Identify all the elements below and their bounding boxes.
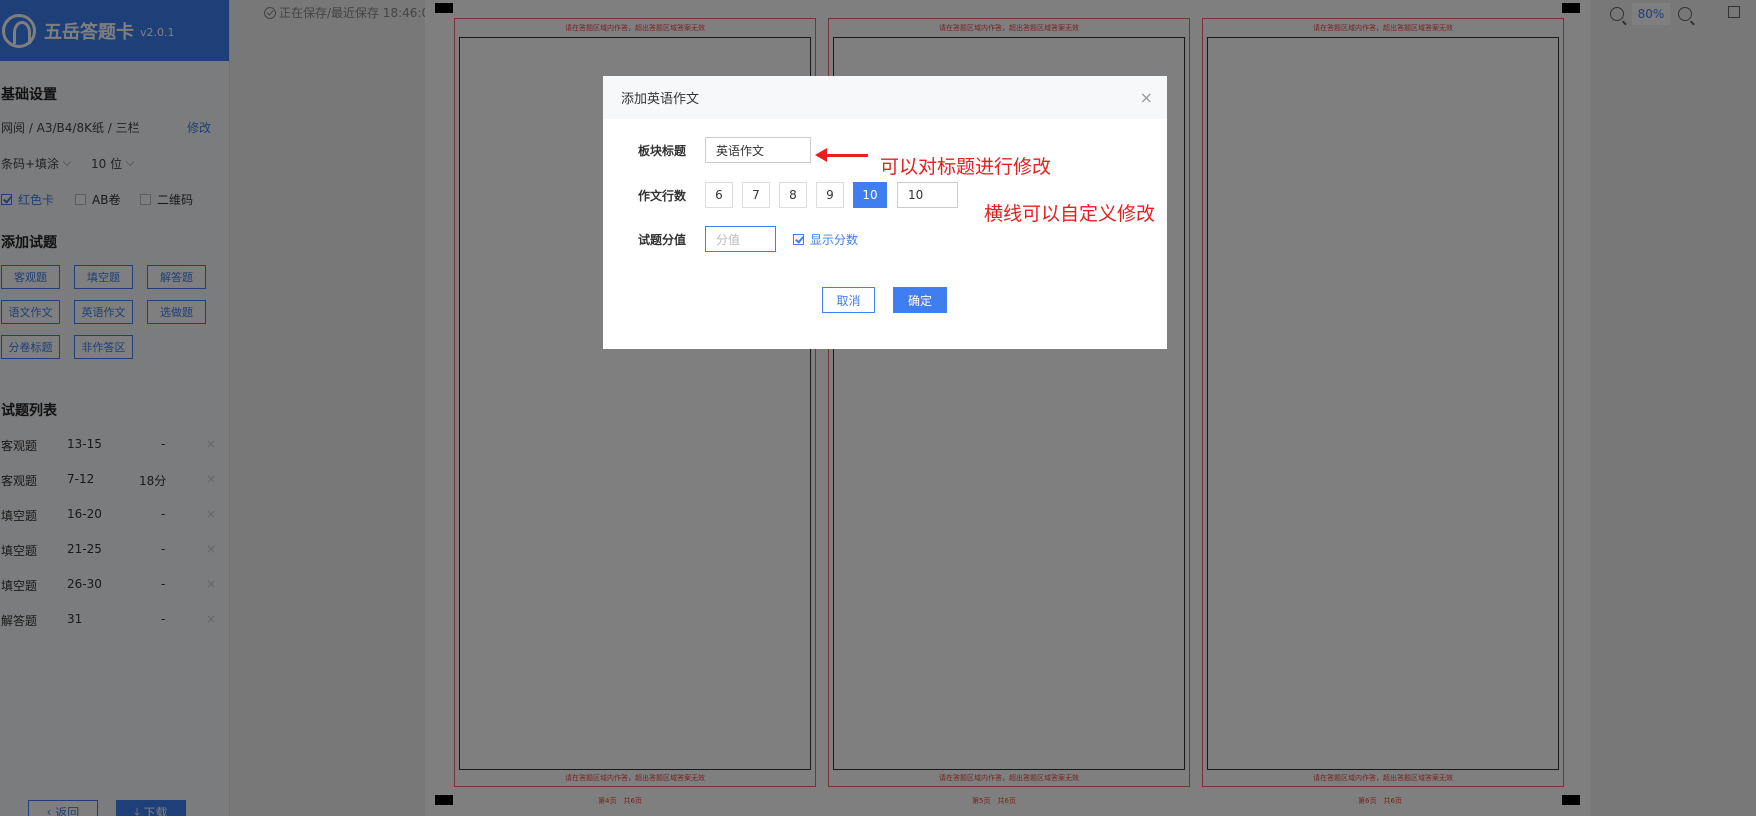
lines-label: 作文行数 — [638, 189, 687, 203]
checkbox-checked-icon — [793, 234, 804, 245]
line-option-9[interactable]: 9 — [816, 182, 844, 208]
confirm-button[interactable]: 确定 — [893, 287, 947, 313]
score-input[interactable]: 分值 — [705, 226, 776, 252]
annotation-arrow-icon — [815, 148, 868, 162]
annotation-lines-note: 横线可以自定义修改 — [984, 203, 1156, 225]
line-option-6[interactable]: 6 — [705, 182, 733, 208]
cancel-button[interactable]: 取消 — [822, 287, 875, 313]
custom-lines-input[interactable]: 10 — [897, 182, 958, 208]
close-icon[interactable]: × — [1140, 88, 1153, 107]
dialog-title: 添加英语作文 — [603, 76, 1167, 119]
block-title-input[interactable]: 英语作文 — [705, 137, 811, 163]
line-option-8[interactable]: 8 — [779, 182, 807, 208]
score-label: 试题分值 — [638, 233, 687, 247]
line-option-10[interactable]: 10 — [853, 182, 887, 208]
show-score-checkbox[interactable]: 显示分数 — [793, 231, 858, 248]
annotation-title-note: 可以对标题进行修改 — [880, 156, 1052, 178]
line-option-7[interactable]: 7 — [742, 182, 770, 208]
show-score-label: 显示分数 — [810, 233, 859, 247]
block-title-label: 板块标题 — [638, 144, 687, 158]
